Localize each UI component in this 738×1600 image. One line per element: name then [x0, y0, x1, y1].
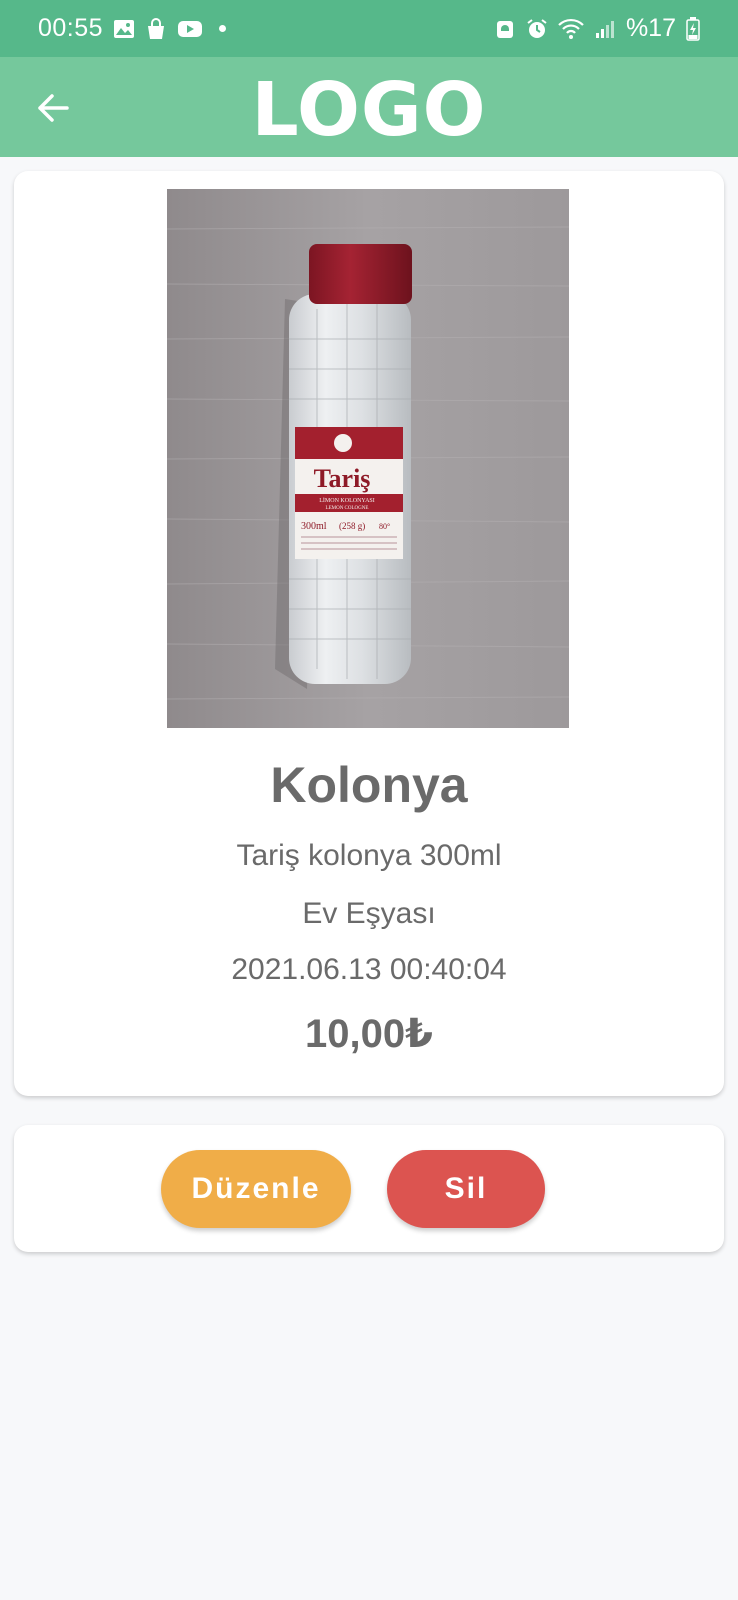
app-logo: LOGO: [251, 67, 487, 153]
label-volume: 300ml: [301, 521, 327, 532]
youtube-icon: [178, 20, 203, 37]
label-line1: LİMON KOLONYASI: [319, 497, 375, 504]
shopping-bag-icon: [148, 17, 165, 39]
product-image[interactable]: Tariş LİMON KOLONYASI LEMON COLOGNE 300m…: [167, 189, 569, 728]
notification-dot-icon: [219, 25, 227, 32]
product-card: Tariş LİMON KOLONYASI LEMON COLOGNE 300m…: [14, 171, 724, 1096]
alarm-icon: [527, 18, 547, 38]
product-description: Tariş kolonya 300ml: [236, 839, 502, 872]
edit-button-label: Düzenle: [191, 1172, 321, 1205]
status-time: 00:55: [38, 14, 104, 42]
label-degree: 80°: [379, 522, 390, 531]
delete-button-label: Sil: [444, 1172, 488, 1205]
status-bar: 00:55 %17: [0, 0, 738, 57]
label-brand: Tariş: [314, 464, 371, 493]
label-weight: (258 g): [339, 521, 365, 531]
app-header: LOGO: [0, 57, 738, 157]
status-left: 00:55: [38, 14, 227, 43]
product-title: Kolonya: [270, 757, 468, 813]
actions-card: Düzenle Sil: [14, 1125, 724, 1252]
battery-charging-icon: [686, 16, 700, 41]
product-price: 10,00₺: [305, 1012, 433, 1056]
status-right: %17: [494, 14, 700, 43]
product-date: 2021.06.13 00:40:04: [231, 953, 507, 986]
android-icon: [496, 20, 513, 38]
battery-level: %17: [625, 14, 676, 42]
product-photo: Tariş LİMON KOLONYASI LEMON COLOGNE 300m…: [167, 189, 569, 728]
image-icon: [114, 19, 135, 38]
product-category: Ev Eşyası: [302, 897, 436, 930]
edit-button[interactable]: Düzenle: [161, 1150, 351, 1228]
wifi-icon: [558, 18, 584, 39]
label-line2: LEMON COLOGNE: [326, 506, 369, 511]
delete-button[interactable]: Sil: [387, 1150, 545, 1228]
signal-icon: [595, 20, 614, 38]
